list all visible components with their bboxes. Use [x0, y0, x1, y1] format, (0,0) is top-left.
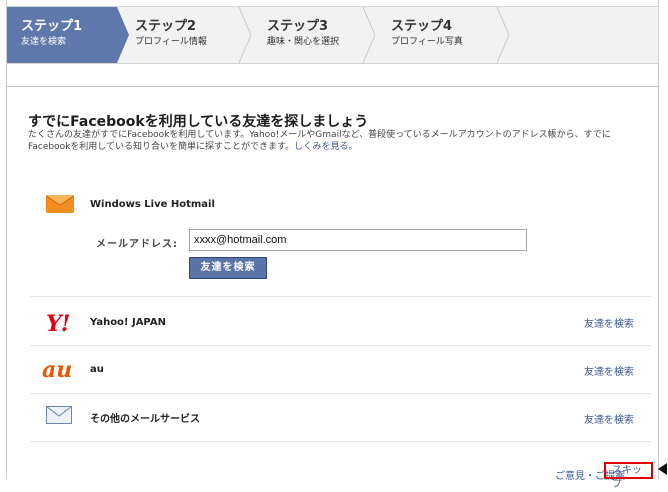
- step-4-subtitle: プロフィール写真: [391, 37, 463, 47]
- email-label: メールアドレス:: [96, 239, 178, 250]
- learn-more-link[interactable]: しくみを見る。: [294, 142, 357, 152]
- step-2-arrow: [239, 7, 251, 63]
- step-1[interactable]: ステップ1 友達を検索: [7, 7, 117, 63]
- divider: [30, 393, 651, 394]
- step-3-title: ステップ3: [267, 19, 329, 34]
- other-mail-search-link[interactable]: 友達を検索: [584, 411, 634, 426]
- envelope-icon: [46, 406, 72, 424]
- step-4[interactable]: ステップ4 プロフィール写真: [377, 7, 507, 63]
- step-2[interactable]: ステップ2 プロフィール情報: [121, 7, 241, 63]
- au-logo: au: [42, 357, 73, 383]
- yahoo-search-link[interactable]: 友達を検索: [584, 315, 634, 330]
- step-3-arrow: [363, 7, 375, 63]
- yahoo-service-name: Yahoo! JAPAN: [90, 317, 166, 328]
- step-3-subtitle: 趣味・関心を選択: [267, 37, 340, 47]
- au-service-name: au: [90, 364, 104, 375]
- divider: [30, 345, 651, 346]
- step-1-title: ステップ1: [21, 19, 83, 34]
- page-description: たくさんの友達がすでにFacebookを利用しています。Yahoo!メールやGm…: [28, 129, 653, 153]
- skip-button[interactable]: スキップ: [604, 462, 653, 490]
- hotmail-service-name: Windows Live Hotmail: [90, 199, 215, 210]
- divider: [30, 441, 651, 442]
- email-field[interactable]: [189, 229, 527, 251]
- hotmail-search-button[interactable]: 友達を検索: [189, 257, 267, 279]
- step-3[interactable]: ステップ3 趣味・関心を選択: [253, 7, 373, 63]
- hotmail-envelope-icon: [46, 195, 74, 213]
- step-2-title: ステップ2: [135, 19, 197, 34]
- header-divider: [6, 86, 659, 87]
- page-title: すでにFacebookを利用している友達を探しましょう: [28, 114, 369, 130]
- au-search-link[interactable]: 友達を検索: [584, 363, 634, 378]
- divider: [30, 296, 651, 297]
- yahoo-logo: Y!: [46, 311, 70, 337]
- other-mail-service-name: その他のメールサービス: [90, 414, 200, 425]
- arrow-pointer-icon: [658, 463, 667, 475]
- step-2-subtitle: プロフィール情報: [135, 37, 207, 47]
- step-4-title: ステップ4: [391, 19, 453, 34]
- step-1-subtitle: 友達を検索: [21, 37, 67, 47]
- step-navigation: ステップ1 友達を検索 ステップ2 プロフィール情報 ステップ3 趣味・関心を選…: [6, 6, 659, 64]
- step-4-arrow: [497, 7, 509, 63]
